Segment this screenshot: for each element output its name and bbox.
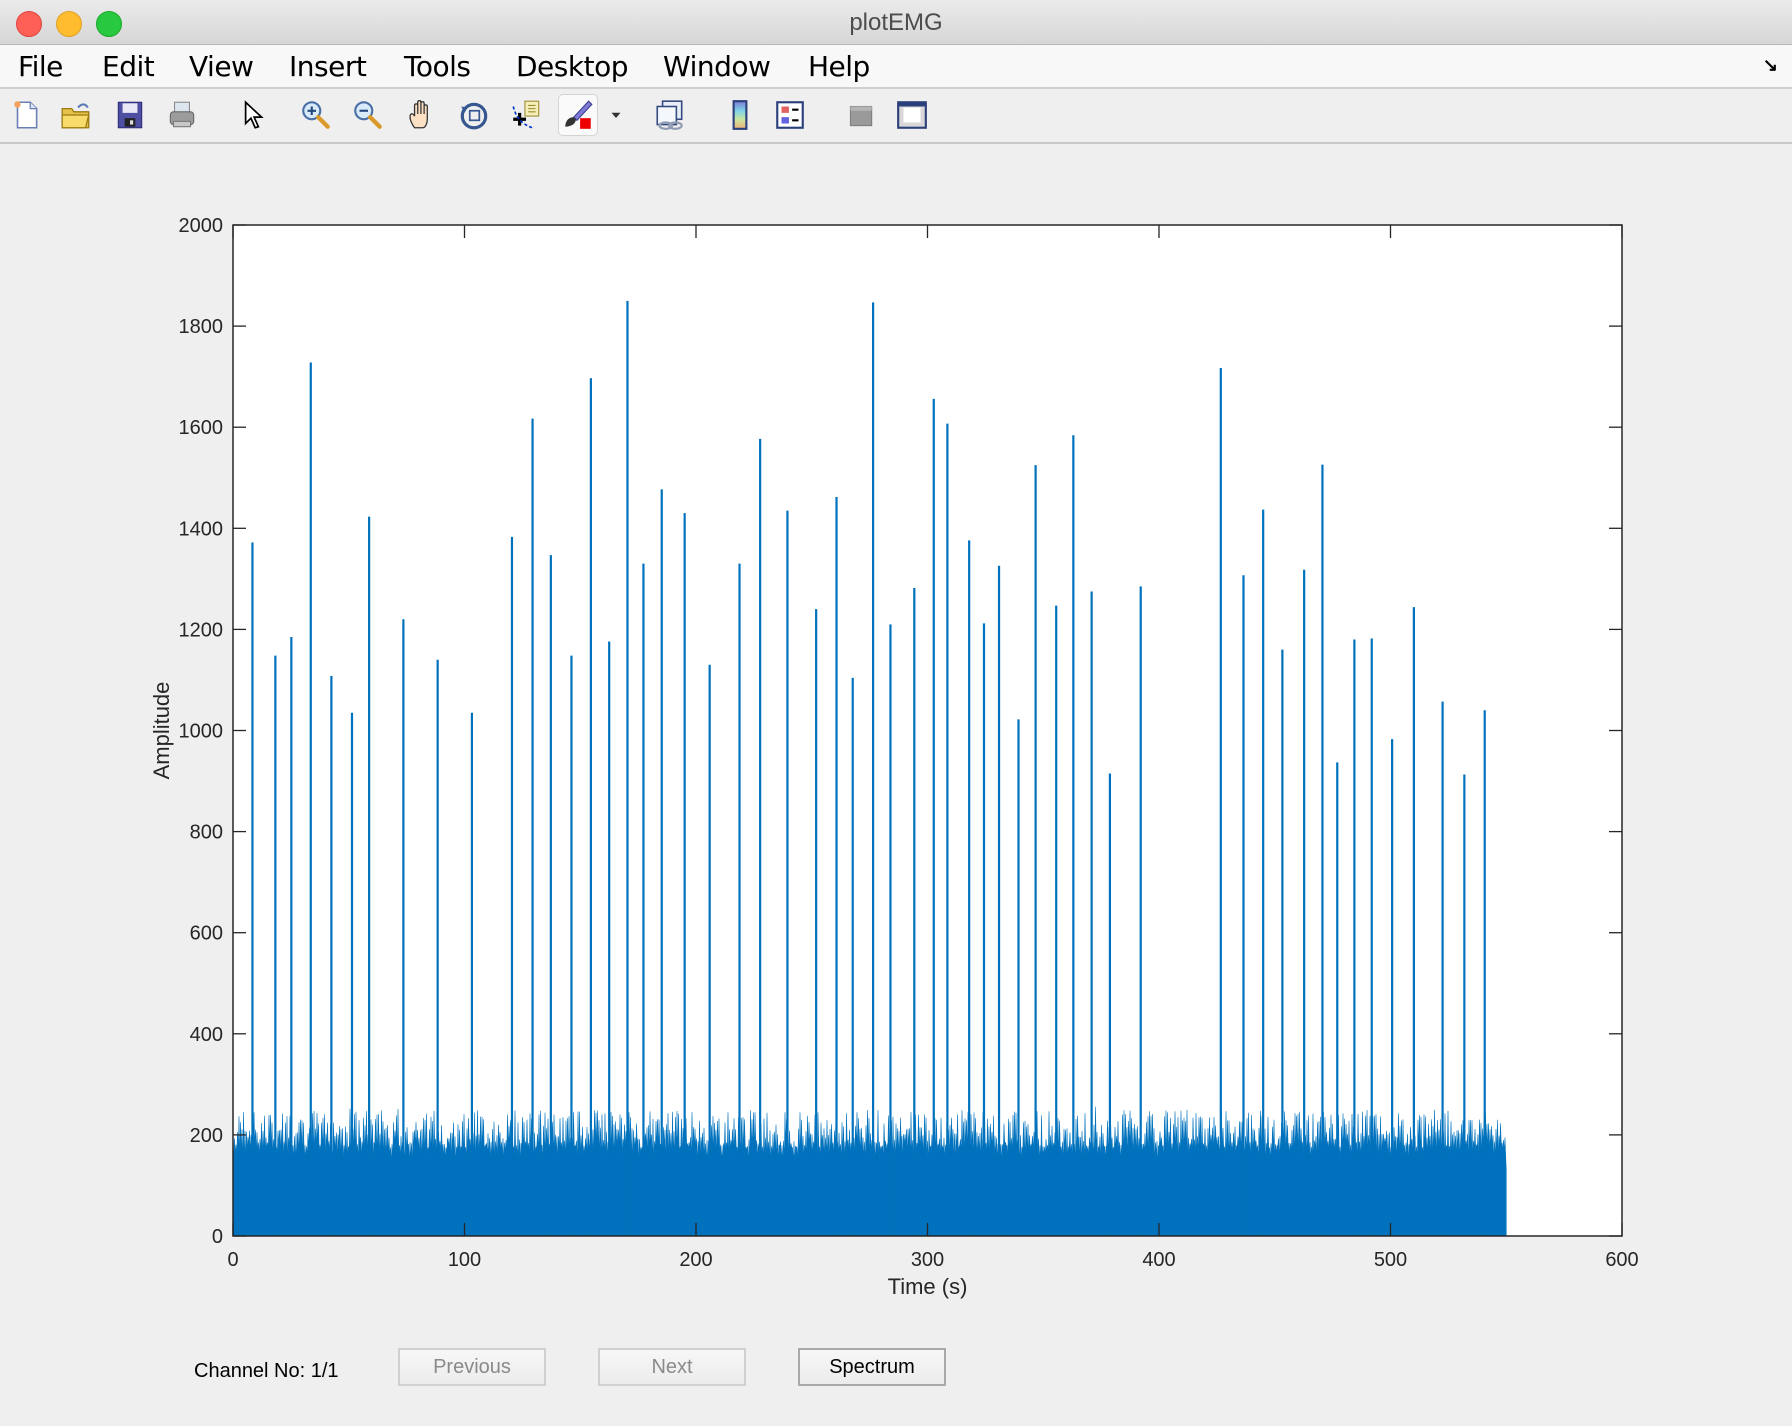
x-tick-label: 500 bbox=[1374, 1249, 1407, 1271]
open-file-icon[interactable] bbox=[58, 97, 94, 133]
x-tick-label: 100 bbox=[448, 1249, 481, 1271]
hide-plot-tools-icon[interactable] bbox=[842, 97, 878, 133]
zoom-in-icon[interactable] bbox=[298, 97, 334, 133]
menu-insert[interactable]: Insert bbox=[289, 50, 367, 83]
figure-toolbar bbox=[0, 89, 1792, 144]
y-axis-label: Amplitude bbox=[149, 682, 174, 780]
menu-help[interactable]: Help bbox=[808, 50, 870, 83]
menu-bar: File Edit View Insert Tools Desktop Wind… bbox=[0, 45, 1792, 89]
previous-button[interactable]: Previous bbox=[398, 1348, 546, 1386]
menu-desktop[interactable]: Desktop bbox=[516, 50, 628, 83]
x-tick-label: 400 bbox=[1142, 1249, 1175, 1271]
x-tick-label: 200 bbox=[679, 1249, 712, 1271]
dock-arrow-icon[interactable]: ↘ bbox=[1763, 55, 1778, 76]
y-tick-label: 1200 bbox=[179, 619, 224, 641]
colorbar-icon[interactable] bbox=[722, 97, 758, 133]
pan-hand-icon[interactable] bbox=[404, 97, 440, 133]
channel-number-label: Channel No: 1/1 bbox=[194, 1360, 339, 1382]
print-icon[interactable] bbox=[164, 97, 200, 133]
menu-window[interactable]: Window bbox=[663, 50, 771, 83]
show-plot-tools-icon[interactable] bbox=[894, 97, 930, 133]
y-tick-label: 1400 bbox=[179, 518, 224, 540]
x-axis-label: Time (s) bbox=[888, 1274, 968, 1299]
window-title: plotEMG bbox=[849, 9, 943, 36]
next-button[interactable]: Next bbox=[598, 1348, 746, 1386]
legend-icon[interactable] bbox=[772, 97, 808, 133]
data-cursor-icon[interactable] bbox=[508, 97, 544, 133]
y-tick-label: 2000 bbox=[179, 215, 224, 237]
menu-tools[interactable]: Tools bbox=[404, 50, 471, 83]
plot-panel: 0 100 200 300 400 500 600 0 200 400 600 800 1000 1200… bbox=[0, 150, 1792, 1310]
y-tick-label: 600 bbox=[190, 923, 223, 945]
y-tick-label: 0 bbox=[212, 1226, 223, 1248]
y-tick-label: 1800 bbox=[179, 316, 224, 338]
link-plot-icon[interactable] bbox=[652, 97, 688, 133]
zoom-out-icon[interactable] bbox=[350, 97, 386, 133]
pointer-icon[interactable] bbox=[234, 97, 270, 133]
new-figure-icon[interactable] bbox=[8, 97, 44, 133]
y-tick-label: 200 bbox=[190, 1125, 223, 1147]
spectrum-button[interactable]: Spectrum bbox=[798, 1348, 946, 1386]
y-tick-label: 1000 bbox=[179, 721, 224, 743]
x-tick-label: 600 bbox=[1605, 1249, 1638, 1271]
x-tick-label: 300 bbox=[911, 1249, 944, 1271]
emg-chart[interactable]: 0 100 200 300 400 500 600 0 200 400 600 800 1000 1200… bbox=[0, 150, 1792, 1310]
y-tick-label: 1600 bbox=[179, 417, 224, 439]
brush-icon[interactable] bbox=[558, 94, 598, 136]
y-tick-label: 400 bbox=[190, 1024, 223, 1046]
menu-file[interactable]: File bbox=[18, 50, 63, 83]
y-tick-label: 800 bbox=[190, 822, 223, 844]
title-bar: plotEMG bbox=[0, 0, 1792, 45]
menu-edit[interactable]: Edit bbox=[102, 50, 155, 83]
save-icon[interactable] bbox=[112, 97, 148, 133]
menu-view[interactable]: View bbox=[189, 50, 254, 83]
brush-dropdown-icon[interactable] bbox=[604, 97, 628, 133]
rotate-3d-icon[interactable] bbox=[456, 97, 492, 133]
x-tick-label: 0 bbox=[227, 1249, 238, 1271]
